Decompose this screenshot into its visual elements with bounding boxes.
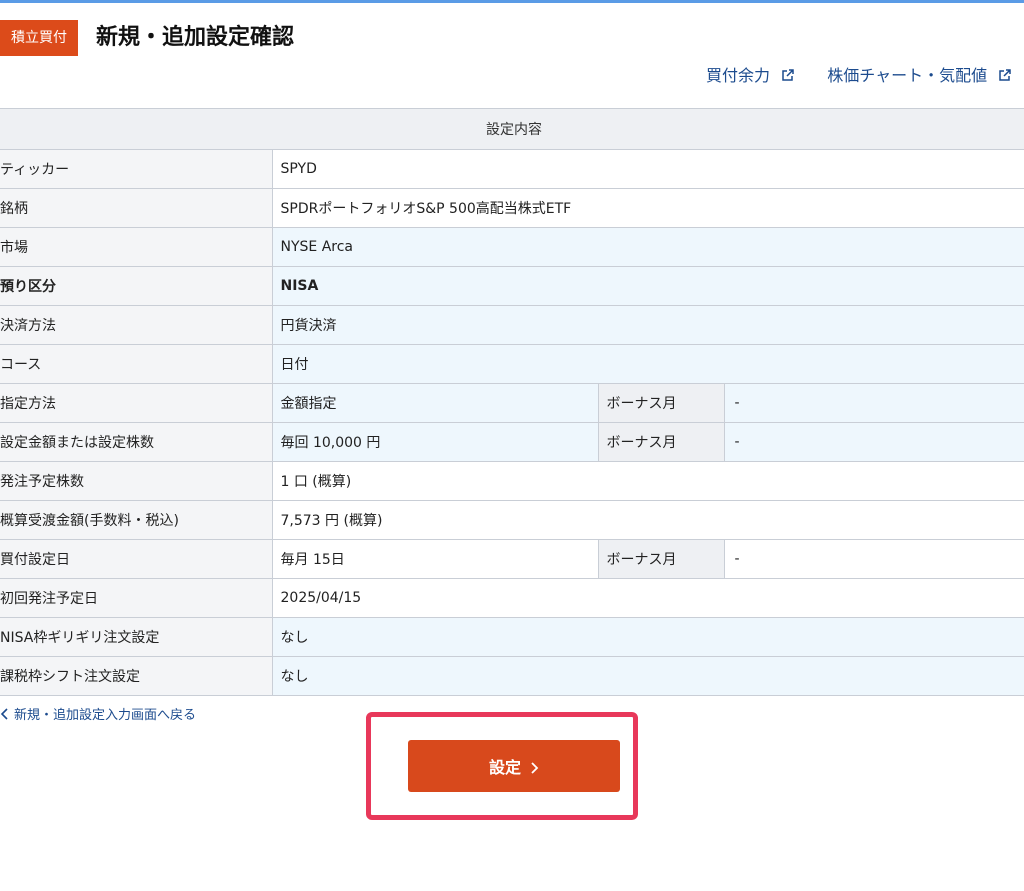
table-row: 買付設定日 毎月 15日 ボーナス月 - — [0, 539, 1024, 579]
row-label: 銘柄 — [0, 188, 273, 228]
table-row: NISA枠ギリギリ注文設定 なし — [0, 617, 1024, 657]
row-value: 円貨決済 — [272, 305, 1024, 345]
table-row: 銘柄 SPDRポートフォリオS&P 500高配当株式ETF — [0, 188, 1024, 228]
table-row: ティッカー SPYD — [0, 149, 1024, 189]
submit-settings-button[interactable]: 設定 — [408, 740, 620, 792]
table-row: 預り区分 NISA — [0, 266, 1024, 306]
buying-power-link[interactable]: 買付余力 — [706, 62, 795, 90]
buying-power-link-label: 買付余力 — [706, 66, 771, 85]
page-title: 新規・追加設定確認 — [96, 25, 295, 50]
table-row: 初回発注予定日 2025/04/15 — [0, 578, 1024, 618]
row-label: 決済方法 — [0, 305, 273, 345]
row-value: 毎月 15日 — [272, 539, 598, 579]
external-link-icon — [782, 69, 794, 81]
row-value: 7,573 円 (概算) — [272, 500, 1024, 540]
row-label: ティッカー — [0, 149, 273, 189]
row-value: 2025/04/15 — [272, 578, 1024, 618]
row-label: コース — [0, 344, 273, 384]
row-value: NISA — [272, 266, 1024, 306]
table-row: 指定方法 金額指定 ボーナス月 - — [0, 383, 1024, 423]
bonus-month-value: - — [724, 539, 1024, 579]
row-label: 初回発注予定日 — [0, 578, 273, 618]
table-row: 発注予定株数 1 口 (概算) — [0, 461, 1024, 501]
chevron-left-icon — [0, 708, 8, 720]
bonus-month-value: - — [724, 422, 1024, 462]
submit-button-label: 設定 — [488, 758, 521, 777]
table-row: コース 日付 — [0, 344, 1024, 384]
external-link-icon — [999, 69, 1011, 81]
table-row: 決済方法 円貨決済 — [0, 305, 1024, 345]
back-to-input-link[interactable]: 新規・追加設定入力画面へ戻る — [0, 706, 196, 726]
bonus-month-value: - — [724, 383, 1024, 423]
row-value: 1 口 (概算) — [272, 461, 1024, 501]
table-row: 市場 NYSE Arca — [0, 227, 1024, 267]
row-value: 金額指定 — [272, 383, 598, 423]
row-label: 概算受渡金額(手数料・税込) — [0, 500, 273, 540]
top-rule — [0, 0, 1024, 3]
row-label: NISA枠ギリギリ注文設定 — [0, 617, 273, 657]
row-label: 課税枠シフト注文設定 — [0, 656, 273, 696]
settings-table-heading: 設定内容 — [0, 108, 1024, 150]
row-label: 設定金額または設定株数 — [0, 422, 273, 462]
row-label: 指定方法 — [0, 383, 273, 423]
row-value: 日付 — [272, 344, 1024, 384]
row-value: SPDRポートフォリオS&P 500高配当株式ETF — [272, 188, 1024, 228]
bonus-month-label: ボーナス月 — [597, 383, 725, 423]
bonus-month-label: ボーナス月 — [597, 539, 725, 579]
chevron-right-icon — [531, 762, 539, 774]
row-label: 買付設定日 — [0, 539, 273, 579]
header-links: 買付余力 株価チャート・気配値 — [706, 62, 1024, 90]
row-value: 毎回 10,000 円 — [272, 422, 598, 462]
bonus-month-label: ボーナス月 — [597, 422, 725, 462]
settings-table: 設定内容 ティッカー SPYD 銘柄 SPDRポートフォリオS&P 500高配当… — [0, 108, 1024, 696]
table-row: 課税枠シフト注文設定 なし — [0, 656, 1024, 696]
stock-chart-link-label: 株価チャート・気配値 — [827, 66, 988, 85]
table-row: 設定金額または設定株数 毎回 10,000 円 ボーナス月 - — [0, 422, 1024, 462]
row-value: SPYD — [272, 149, 1024, 189]
row-label: 発注予定株数 — [0, 461, 273, 501]
row-label: 預り区分 — [0, 266, 273, 306]
row-label: 市場 — [0, 227, 273, 267]
row-value: なし — [272, 656, 1024, 696]
row-value: なし — [272, 617, 1024, 657]
table-row: 概算受渡金額(手数料・税込) 7,573 円 (概算) — [0, 500, 1024, 540]
row-value: NYSE Arca — [272, 227, 1024, 267]
back-link-label: 新規・追加設定入力画面へ戻る — [14, 708, 197, 723]
page: 積立買付 新規・追加設定確認 買付余力 株価チャート・気配値 設定内容 ティッカ… — [0, 0, 1024, 891]
stock-chart-link[interactable]: 株価チャート・気配値 — [827, 62, 1012, 90]
category-badge: 積立買付 — [0, 20, 78, 56]
